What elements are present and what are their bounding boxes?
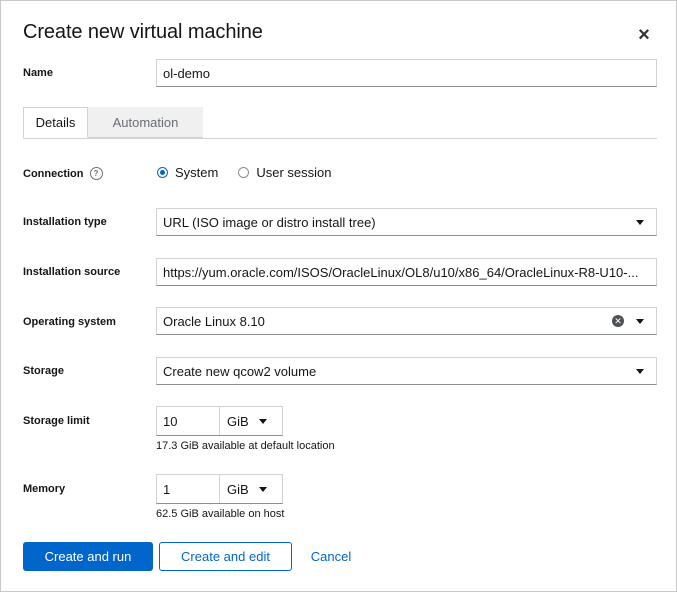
memory-label: Memory: [23, 483, 66, 495]
radio-user-session-indicator[interactable]: [238, 167, 250, 178]
storage-label: Storage: [23, 365, 64, 377]
memory-unit: GiB: [227, 481, 249, 497]
operating-system-select[interactable]: Oracle Linux 8.10 ✕: [156, 307, 657, 335]
clear-icon[interactable]: ✕: [612, 315, 624, 327]
memory-unit-select[interactable]: GiB: [220, 475, 282, 503]
chevron-down-icon: [636, 368, 644, 374]
installation-source-input[interactable]: https://yum.oracle.com/ISOS/OracleLinux/…: [156, 258, 657, 286]
storage-limit-input[interactable]: 10: [157, 407, 220, 435]
cancel-button[interactable]: Cancel: [301, 542, 361, 571]
create-and-run-button[interactable]: Create and run: [23, 542, 153, 571]
chevron-down-icon: [258, 418, 267, 424]
storage-limit-field: 10 GiB: [156, 406, 283, 436]
installation-type-label: Installation type: [23, 216, 107, 228]
storage-limit-unit: GiB: [227, 413, 249, 429]
operating-system-value: Oracle Linux 8.10: [163, 313, 265, 329]
installation-type-value: URL (ISO image or distro install tree): [163, 214, 376, 230]
storage-value: Create new qcow2 volume: [163, 363, 317, 379]
installation-type-select[interactable]: URL (ISO image or distro install tree): [156, 208, 657, 236]
tab-automation[interactable]: Automation: [88, 107, 203, 138]
connection-label-text: Connection: [23, 167, 84, 180]
chevron-down-icon: [258, 486, 267, 492]
tab-bar: Details Automation: [23, 107, 657, 139]
storage-limit-label: Storage limit: [23, 415, 90, 427]
name-label: Name: [23, 67, 53, 79]
chevron-down-icon[interactable]: [636, 318, 644, 324]
create-vm-dialog: Create new virtual machine × Name ol-dem…: [0, 0, 677, 592]
connection-label: Connection ?: [23, 167, 103, 180]
memory-input[interactable]: 1: [157, 475, 220, 503]
help-icon[interactable]: ?: [89, 167, 103, 180]
radio-user-session-label: User session: [256, 165, 332, 180]
name-value: ol-demo: [163, 65, 210, 81]
chevron-down-icon: [636, 219, 644, 225]
create-and-edit-button[interactable]: Create and edit: [159, 542, 292, 571]
name-input[interactable]: ol-demo: [156, 59, 657, 87]
close-icon[interactable]: ×: [634, 24, 654, 46]
memory-field: 1 GiB: [156, 474, 283, 504]
radio-system-label: System: [175, 165, 219, 180]
radio-user-session[interactable]: User session: [238, 165, 331, 180]
radio-system-indicator[interactable]: [157, 167, 168, 178]
storage-limit-helper: 17.3 GiB available at default location: [156, 440, 335, 452]
connection-radio-group: System User session: [157, 165, 351, 180]
dialog-title: Create new virtual machine: [23, 21, 263, 43]
installation-source-value: https://yum.oracle.com/ISOS/OracleLinux/…: [163, 264, 639, 280]
radio-system[interactable]: System: [157, 165, 218, 180]
operating-system-label: Operating system: [23, 316, 116, 328]
storage-select[interactable]: Create new qcow2 volume: [156, 357, 657, 385]
installation-source-label: Installation source: [23, 266, 121, 278]
tab-details[interactable]: Details: [23, 107, 88, 138]
memory-helper: 62.5 GiB available on host: [156, 508, 285, 520]
storage-limit-unit-select[interactable]: GiB: [220, 407, 282, 435]
